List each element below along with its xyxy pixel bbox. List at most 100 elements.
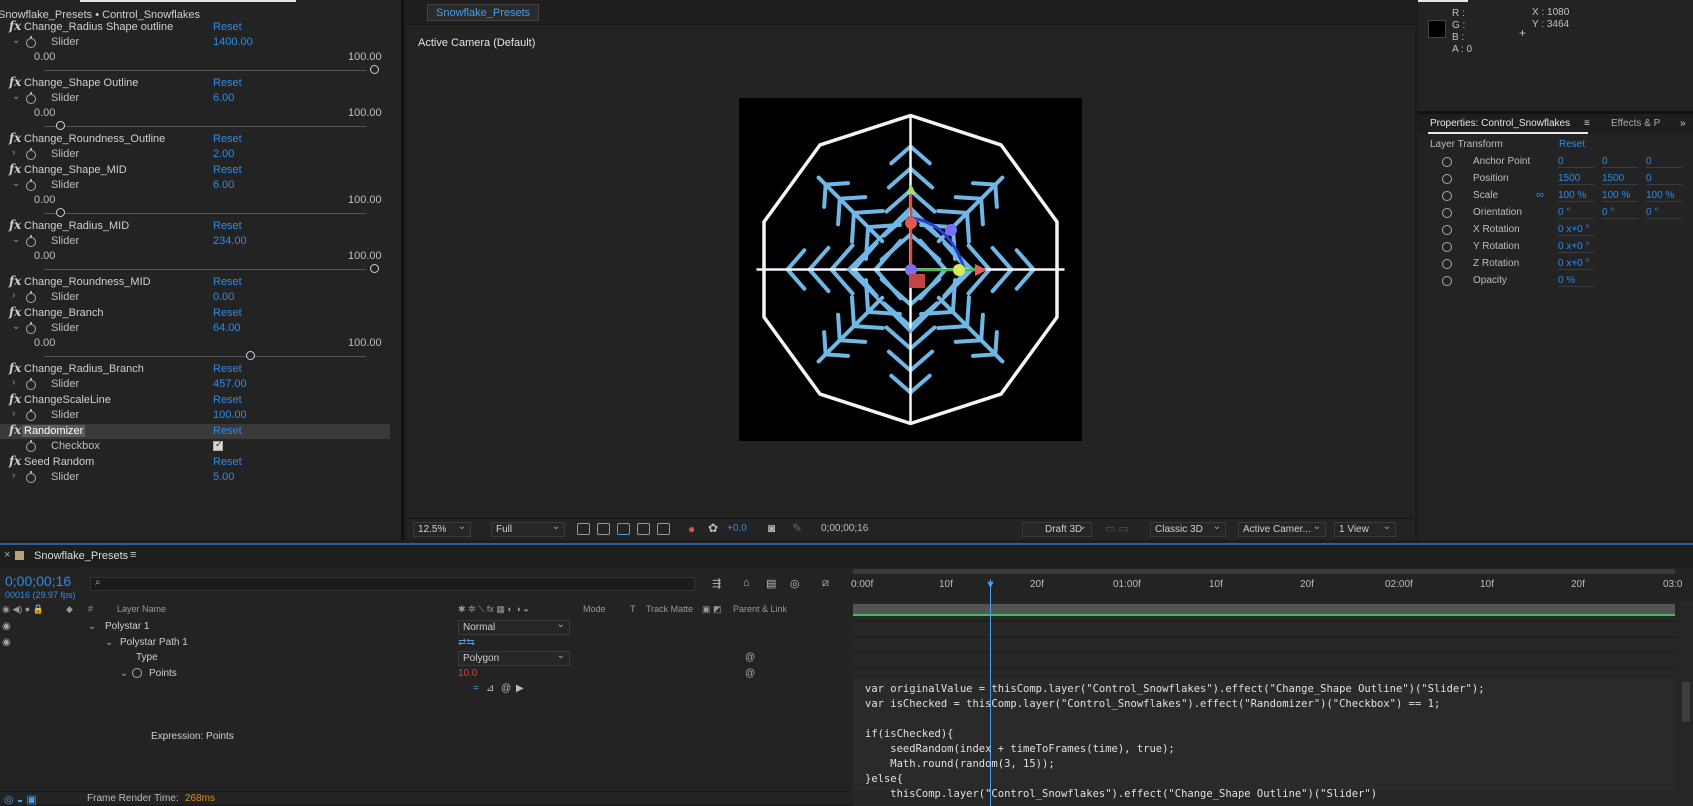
effect-row[interactable]: fx Change_Roundness_MID Reset (0, 274, 390, 290)
stopwatch-icon[interactable] (132, 668, 142, 678)
property-value[interactable]: 100 % (1646, 190, 1682, 202)
views-dropdown[interactable]: 1 View (1334, 521, 1396, 537)
chevron-down-icon[interactable]: ⌄ (120, 668, 128, 679)
slider-handle[interactable] (56, 121, 65, 130)
eye-icon[interactable]: ◉ (2, 621, 11, 632)
stopwatch-icon[interactable] (26, 291, 36, 303)
slider-value[interactable]: 457.00 (213, 378, 247, 390)
close-icon[interactable]: × (4, 549, 10, 561)
stopwatch-icon[interactable] (1442, 157, 1452, 167)
safe-zones-icon[interactable] (597, 523, 610, 535)
fx-icon[interactable]: fx (9, 454, 21, 468)
chevron-right-icon[interactable]: › (12, 470, 15, 481)
draft-3d-icon[interactable]: ⌂ (743, 577, 750, 589)
property-value[interactable]: 0 x+0 ° (1558, 224, 1594, 236)
stopwatch-icon[interactable] (26, 378, 36, 390)
reset-button[interactable]: Reset (213, 77, 242, 89)
stopwatch-icon[interactable] (26, 36, 36, 48)
time-ruler[interactable]: 0:00f 10f 20f 01:00f 10f 20f 02:00f 10f … (851, 567, 1693, 601)
reset-button[interactable]: Reset (213, 394, 242, 406)
stopwatch-icon[interactable] (26, 92, 36, 104)
property-value[interactable]: 0 (1558, 156, 1594, 168)
renderer-dropdown[interactable]: Classic 3D (1150, 521, 1226, 537)
fx-icon[interactable]: fx (9, 274, 21, 288)
tab-effects-presets[interactable]: Effects & P (1611, 118, 1660, 129)
code-line[interactable]: Math.round(random(3, 15)); (865, 758, 1054, 770)
menu-icon[interactable]: ≡ (1584, 118, 1590, 129)
work-area-bar[interactable] (853, 569, 1675, 574)
expression-editor[interactable] (853, 679, 1675, 791)
viewer-timecode[interactable]: 0;00;00;16 (821, 523, 868, 534)
slider-value[interactable]: 234.00 (213, 235, 247, 247)
timeline-tab[interactable]: Snowflake_Presets (34, 550, 128, 562)
fx-icon[interactable]: fx (9, 392, 21, 406)
fx-icon[interactable]: fx (9, 19, 21, 33)
property-value[interactable]: 100 % (1558, 190, 1594, 202)
fx-icon[interactable]: fx (9, 162, 21, 176)
property-value[interactable]: 0 (1646, 156, 1682, 168)
effect-row[interactable]: fx Seed Random Reset (0, 454, 390, 470)
slider-value[interactable]: 64.00 (213, 322, 241, 334)
stopwatch-icon[interactable] (1442, 276, 1452, 286)
resolution-dropdown[interactable]: Full (491, 521, 565, 537)
column-track-matte[interactable]: Track Matte (646, 604, 693, 614)
effect-row-selected[interactable]: fx Randomizer Reset (0, 423, 390, 439)
stopwatch-icon[interactable] (1442, 242, 1452, 252)
stopwatch-icon[interactable] (1442, 259, 1452, 269)
scrollbar[interactable] (1682, 682, 1690, 722)
stopwatch-icon[interactable] (26, 235, 36, 247)
composition-canvas[interactable] (739, 98, 1082, 441)
frame-blending-icon[interactable]: ▤ (766, 577, 776, 590)
slider-value[interactable]: 2.00 (213, 148, 234, 160)
property-value[interactable]: 0 (1602, 156, 1638, 168)
property-value[interactable]: 0 (1646, 173, 1682, 185)
graph-icon[interactable]: ⊿ (486, 683, 494, 694)
slider-value[interactable]: 6.00 (213, 92, 234, 104)
property-value[interactable]: 0 ° (1558, 207, 1594, 219)
reset-button[interactable]: Reset (213, 164, 242, 176)
slider-handle[interactable] (246, 351, 255, 360)
property-value[interactable]: 1500 (1558, 173, 1594, 185)
chevron-right-icon[interactable]: › (12, 408, 15, 419)
reset-button[interactable]: Reset (213, 425, 242, 437)
layer-duration-bar[interactable] (853, 604, 1675, 616)
composition-tab[interactable]: Snowflake_Presets (427, 4, 540, 21)
channels-icon[interactable]: ● (688, 522, 695, 536)
camera-snapshot-icon[interactable]: ◙ (768, 521, 775, 535)
points-value[interactable]: 10.0 (458, 668, 477, 679)
chevron-down-icon[interactable]: ⌄ (12, 321, 20, 332)
stopwatch-icon[interactable] (26, 322, 36, 334)
fx-icon[interactable]: fx (9, 305, 21, 319)
blend-mode-dropdown[interactable]: Normal (458, 619, 570, 635)
slider-track[interactable] (44, 269, 366, 270)
code-line[interactable]: var isChecked = thisComp.layer("Control_… (865, 698, 1440, 710)
property-value[interactable]: 0 x+0 ° (1558, 258, 1594, 270)
property-value[interactable]: 100 % (1602, 190, 1638, 202)
more-tabs-icon[interactable]: » (1680, 118, 1686, 129)
property-value[interactable]: 0 ° (1646, 207, 1682, 219)
property-value[interactable]: 0 ° (1602, 207, 1638, 219)
chevron-right-icon[interactable]: › (12, 290, 15, 301)
reset-button[interactable]: Reset (213, 21, 242, 33)
reset-button[interactable]: Reset (213, 307, 242, 319)
column-mode[interactable]: Mode (583, 604, 606, 614)
stopwatch-icon[interactable] (26, 471, 36, 483)
constrain-link-icon[interactable]: ∞ (1536, 189, 1544, 201)
enable-expression-icon[interactable]: = (473, 683, 479, 694)
stopwatch-icon[interactable] (26, 148, 36, 160)
type-dropdown[interactable]: Polygon (458, 650, 570, 666)
tab-properties[interactable]: Properties: Control_Snowflakes (1430, 118, 1570, 129)
chevron-down-icon[interactable]: ⌄ (12, 234, 20, 245)
reset-button[interactable]: Reset (213, 363, 242, 375)
code-line[interactable]: var originalValue = thisComp.layer("Cont… (865, 683, 1485, 695)
slider-handle[interactable] (370, 65, 379, 74)
reset-button[interactable]: Reset (213, 276, 242, 288)
spiral-icon[interactable]: @ (745, 668, 755, 679)
spiral-icon[interactable]: @ (745, 652, 755, 663)
path-direction-icon[interactable]: ⇄⇆ (458, 637, 475, 648)
stopwatch-icon[interactable] (1442, 174, 1452, 184)
slider-handle[interactable] (370, 264, 379, 273)
code-line[interactable]: seedRandom(index + timeToFrames(time), t… (865, 743, 1174, 755)
chevron-down-icon[interactable]: ⌄ (12, 35, 20, 46)
effect-row[interactable]: fx Change_Radius Shape outline Reset (0, 19, 390, 35)
